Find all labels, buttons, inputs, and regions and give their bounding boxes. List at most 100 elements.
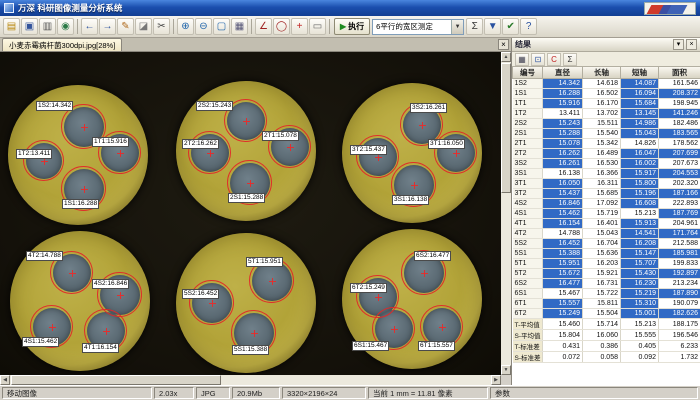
value-cell[interactable]: 15.504 — [583, 309, 621, 319]
value-cell[interactable]: 16.366 — [583, 169, 621, 179]
value-cell[interactable]: 15.511 — [583, 119, 621, 129]
row-id-cell[interactable]: 6T2 — [513, 309, 543, 319]
row-id-cell[interactable]: 3S2 — [513, 159, 543, 169]
value-cell[interactable]: 15.811 — [583, 299, 621, 309]
copy-icon[interactable]: ⊡ — [531, 53, 545, 66]
value-cell[interactable]: 15.672 — [543, 269, 583, 279]
value-cell[interactable]: 199.833 — [659, 259, 700, 269]
value-cell[interactable]: 16.094 — [621, 89, 659, 99]
row-id-cell[interactable]: 2T1 — [513, 139, 543, 149]
value-cell[interactable]: 204.961 — [659, 219, 700, 229]
value-cell[interactable]: 204.553 — [659, 169, 700, 179]
value-cell[interactable]: 16.002 — [621, 159, 659, 169]
row-id-cell[interactable]: 1S2 — [513, 79, 543, 89]
value-cell[interactable]: 212.588 — [659, 239, 700, 249]
grid-icon[interactable]: ▦ — [231, 18, 248, 35]
value-cell[interactable]: 207.699 — [659, 149, 700, 159]
value-cell[interactable]: 15.243 — [543, 119, 583, 129]
value-cell[interactable]: 15.310 — [621, 299, 659, 309]
value-cell[interactable]: 15.804 — [543, 330, 583, 341]
value-cell[interactable]: 15.078 — [543, 139, 583, 149]
row-id-cell[interactable]: 6T1 — [513, 299, 543, 309]
value-cell[interactable]: 14.788 — [543, 229, 583, 239]
value-cell[interactable]: 16.846 — [543, 199, 583, 209]
row-id-cell[interactable]: T-平均值 — [513, 319, 543, 330]
scroll-left-icon[interactable]: ◀ — [0, 375, 10, 385]
value-cell[interactable]: 187.890 — [659, 289, 700, 299]
value-cell[interactable]: 15.917 — [621, 169, 659, 179]
value-cell[interactable]: 14.826 — [621, 139, 659, 149]
value-cell[interactable]: 15.722 — [583, 289, 621, 299]
value-cell[interactable]: 16.138 — [543, 169, 583, 179]
value-cell[interactable]: 141.246 — [659, 109, 700, 119]
marker-icon[interactable]: + — [291, 18, 308, 35]
fit-window-icon[interactable]: ▢ — [213, 18, 230, 35]
zoom-out-icon[interactable]: ⊖ — [195, 18, 212, 35]
value-cell[interactable]: 16.731 — [583, 279, 621, 289]
value-cell[interactable]: 16.060 — [583, 330, 621, 341]
value-cell[interactable]: 187.166 — [659, 189, 700, 199]
value-cell[interactable]: 16.311 — [583, 179, 621, 189]
value-cell[interactable]: 16.170 — [583, 99, 621, 109]
save-results-icon[interactable]: ▼ — [484, 18, 501, 35]
value-cell[interactable]: 187.769 — [659, 209, 700, 219]
value-cell[interactable]: 15.951 — [543, 259, 583, 269]
value-cell[interactable]: 0.092 — [621, 352, 659, 363]
value-cell[interactable]: 15.249 — [543, 309, 583, 319]
row-id-cell[interactable]: 5S2 — [513, 239, 543, 249]
row-id-cell[interactable]: 3T2 — [513, 189, 543, 199]
value-cell[interactable]: 16.502 — [583, 89, 621, 99]
value-cell[interactable]: 208.372 — [659, 89, 700, 99]
value-cell[interactable]: 14.541 — [621, 229, 659, 239]
value-cell[interactable]: 161.546 — [659, 79, 700, 89]
value-cell[interactable]: 14.986 — [621, 119, 659, 129]
value-cell[interactable]: 15.684 — [621, 99, 659, 109]
table-grid-icon[interactable]: ▦ — [515, 53, 529, 66]
pencil-icon[interactable]: ✎ — [117, 18, 134, 35]
redo-icon[interactable]: → — [99, 18, 116, 35]
row-id-cell[interactable]: 3T1 — [513, 179, 543, 189]
scissors-icon[interactable]: ✂ — [153, 18, 170, 35]
value-cell[interactable]: 15.916 — [543, 99, 583, 109]
value-cell[interactable]: 16.050 — [543, 179, 583, 189]
value-cell[interactable]: 15.388 — [543, 249, 583, 259]
row-id-cell[interactable]: T-标准差 — [513, 341, 543, 352]
row-id-cell[interactable]: 2S2 — [513, 119, 543, 129]
value-cell[interactable]: 16.208 — [621, 239, 659, 249]
image-tab[interactable]: 小麦赤霉病杆菌300dpi.jpg[28%] — [2, 38, 122, 51]
help-icon[interactable]: ? — [520, 18, 537, 35]
value-cell[interactable]: 15.540 — [583, 129, 621, 139]
value-cell[interactable]: 0.058 — [583, 352, 621, 363]
value-cell[interactable]: 15.913 — [621, 219, 659, 229]
value-cell[interactable]: 15.043 — [621, 129, 659, 139]
value-cell[interactable]: 171.764 — [659, 229, 700, 239]
value-cell[interactable]: 14.087 — [621, 79, 659, 89]
value-cell[interactable]: 196.546 — [659, 330, 700, 341]
value-cell[interactable]: 15.213 — [621, 319, 659, 330]
value-cell[interactable]: 16.452 — [543, 239, 583, 249]
row-id-cell[interactable]: S-平均值 — [513, 330, 543, 341]
value-cell[interactable]: 15.288 — [543, 129, 583, 139]
zoom-in-icon[interactable]: ⊕ — [177, 18, 194, 35]
value-cell[interactable]: 15.707 — [621, 259, 659, 269]
row-id-cell[interactable]: 6S1 — [513, 289, 543, 299]
row-id-cell[interactable]: 3S1 — [513, 169, 543, 179]
value-cell[interactable]: 16.477 — [543, 279, 583, 289]
row-id-cell[interactable]: 5S1 — [513, 249, 543, 259]
value-cell[interactable]: 16.230 — [621, 279, 659, 289]
value-cell[interactable]: 14.342 — [543, 79, 583, 89]
value-cell[interactable]: 15.719 — [583, 209, 621, 219]
value-cell[interactable]: 182.486 — [659, 119, 700, 129]
row-id-cell[interactable]: 1T1 — [513, 99, 543, 109]
value-cell[interactable]: 222.893 — [659, 199, 700, 209]
value-cell[interactable]: 15.685 — [583, 189, 621, 199]
run-button[interactable]: ▶ 执行 — [334, 18, 370, 35]
value-cell[interactable]: 16.489 — [583, 149, 621, 159]
sum-icon[interactable]: Σ — [563, 53, 577, 66]
value-cell[interactable]: 16.530 — [583, 159, 621, 169]
value-cell[interactable]: 15.437 — [543, 189, 583, 199]
value-cell[interactable]: 16.261 — [543, 159, 583, 169]
value-cell[interactable]: 0.072 — [543, 352, 583, 363]
value-cell[interactable]: 16.401 — [583, 219, 621, 229]
value-cell[interactable]: 16.047 — [621, 149, 659, 159]
